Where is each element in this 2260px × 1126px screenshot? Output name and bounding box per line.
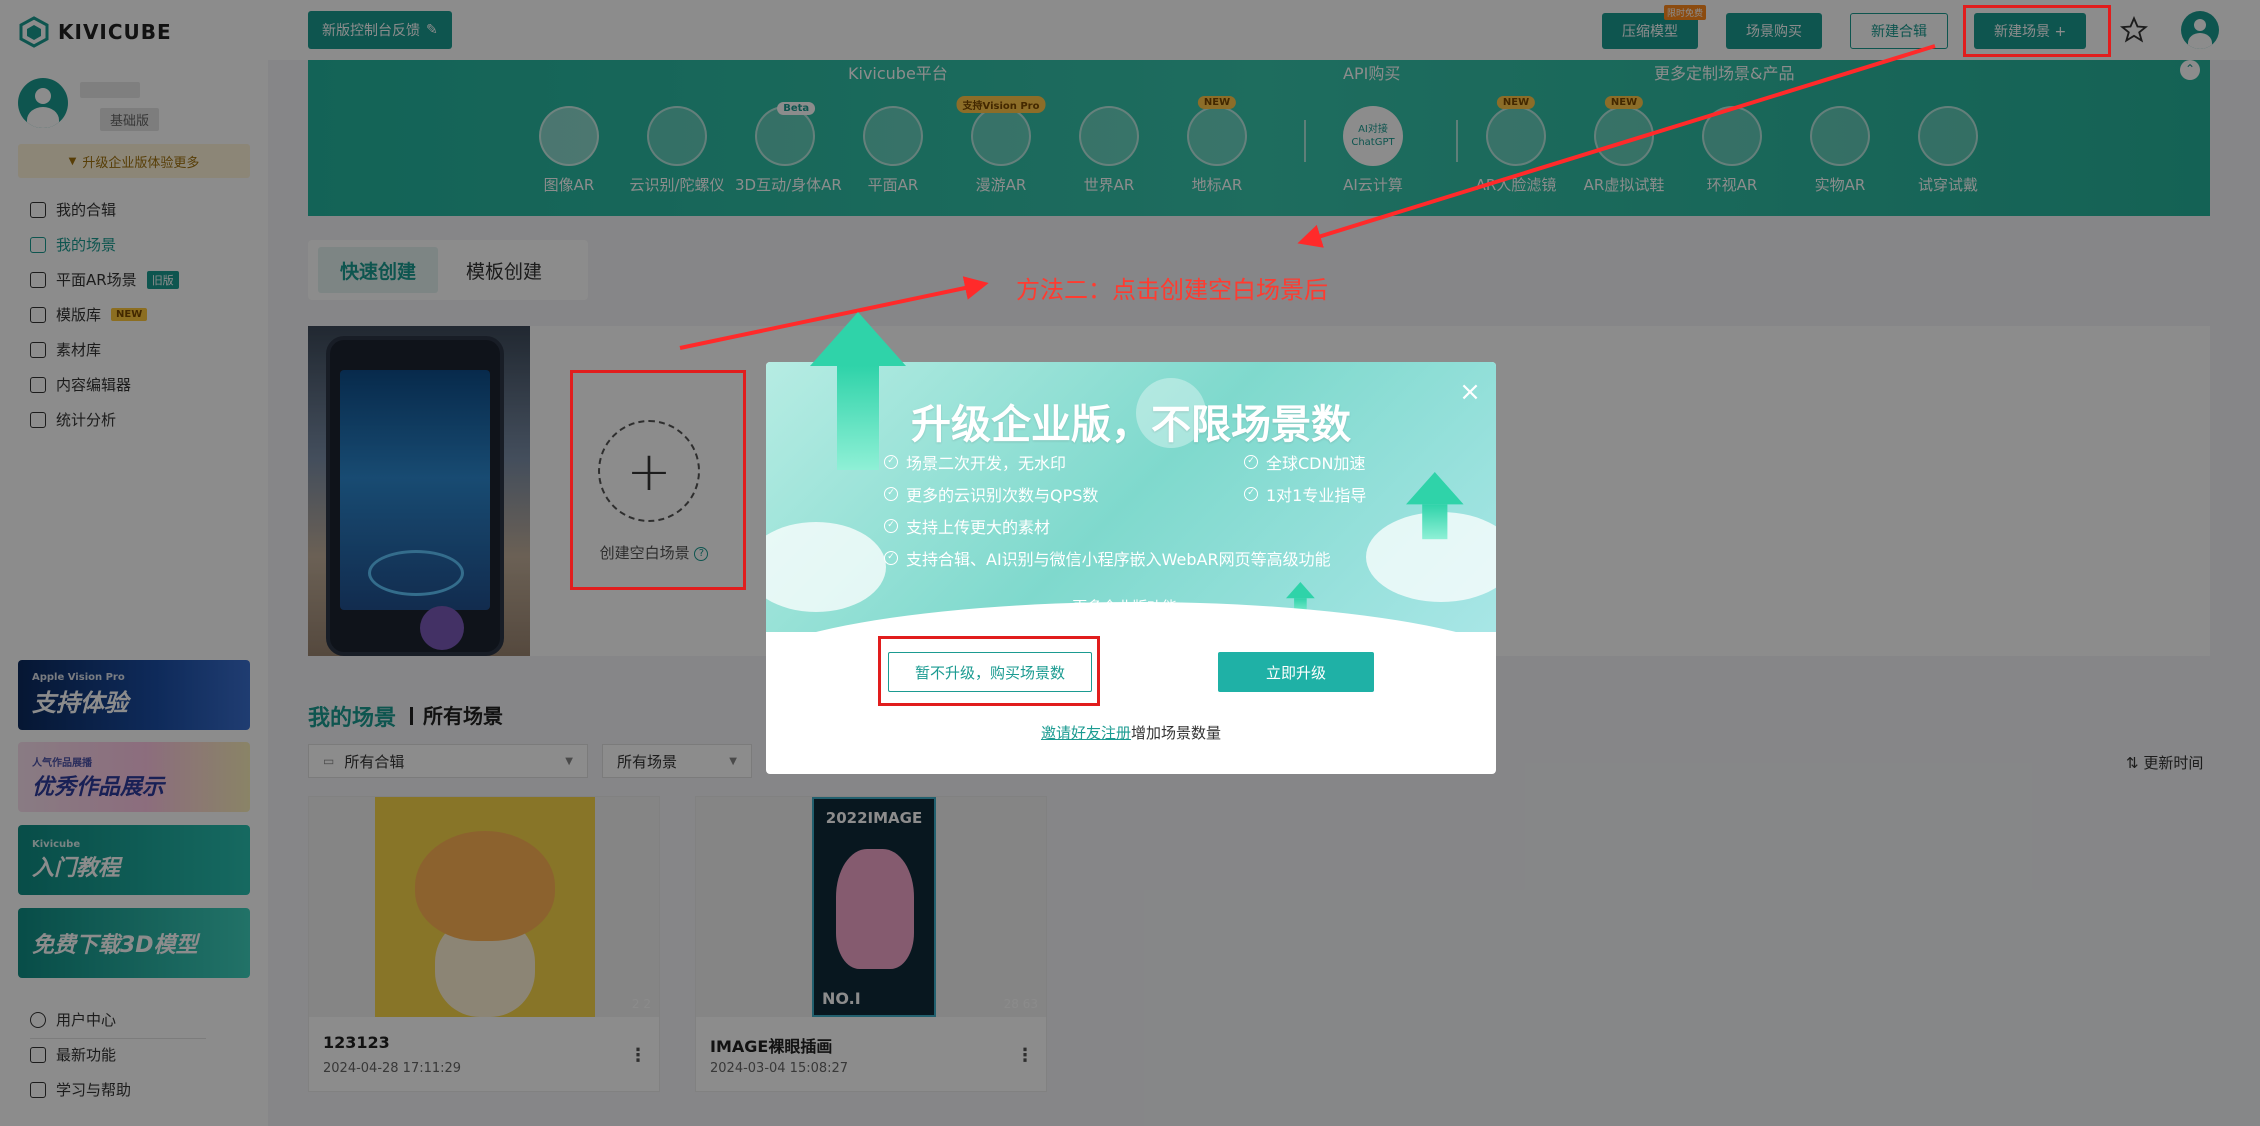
- invite-friends-link[interactable]: 邀请好友注册: [1041, 724, 1131, 742]
- feature-text: 全球CDN加速: [1266, 454, 1366, 473]
- feature-text: 1对1专业指导: [1266, 486, 1367, 505]
- footer-text: 增加场景数量: [1131, 724, 1222, 742]
- highlight-new-scene: [1963, 5, 2111, 57]
- feature-item: ✓ 1对1专业指导: [1244, 482, 1366, 506]
- close-icon[interactable]: ×: [1458, 379, 1482, 406]
- upgrade-now-button[interactable]: 立即升级: [1218, 652, 1374, 692]
- feature-text: 支持合辑、AI识别与微信小程序嵌入WebAR网页等高级功能: [906, 550, 1331, 569]
- feature-item: ✓ 全球CDN加速: [1244, 450, 1365, 474]
- feature-item: ✓ 场景二次开发，无水印: [884, 450, 1066, 474]
- check-circle-icon: ✓: [1244, 487, 1258, 501]
- check-circle-icon: ✓: [1244, 455, 1258, 469]
- feature-item: ✓ 支持合辑、AI识别与微信小程序嵌入WebAR网页等高级功能: [884, 546, 1331, 570]
- dialog-footer: 邀请好友注册增加场景数量: [766, 722, 1496, 743]
- highlight-skip-button: [878, 636, 1100, 706]
- arrow-up-decor: [810, 312, 906, 470]
- arrow-up-decor: [1406, 472, 1464, 540]
- highlight-create-blank: [570, 370, 746, 590]
- feature-item: ✓ 支持上传更大的素材: [884, 514, 1050, 538]
- feature-text: 场景二次开发，无水印: [906, 454, 1067, 473]
- feature-item: ✓ 更多的云识别次数与QPS数: [884, 482, 1098, 506]
- check-circle-icon: ✓: [884, 519, 898, 533]
- check-circle-icon: ✓: [884, 551, 898, 565]
- feature-text: 更多的云识别次数与QPS数: [906, 486, 1099, 505]
- check-circle-icon: ✓: [884, 487, 898, 501]
- annotation-text: 方法二：点击创建空白场景后: [1016, 276, 1328, 304]
- feature-text: 支持上传更大的素材: [906, 518, 1051, 537]
